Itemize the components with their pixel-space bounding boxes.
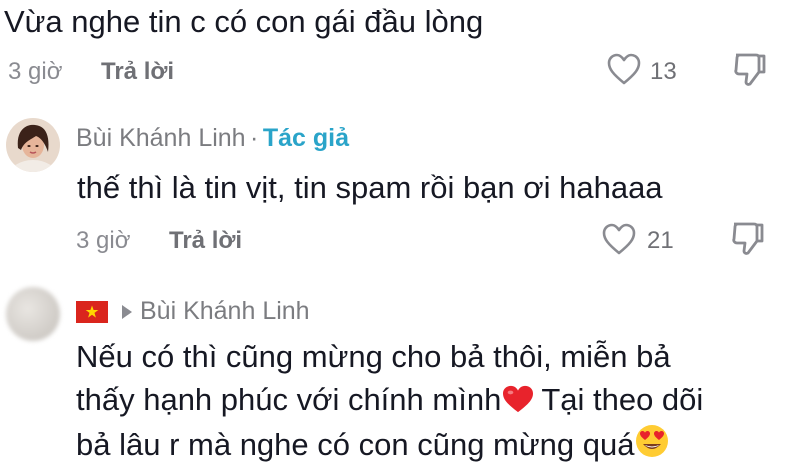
heart-eyes-emoji	[634, 423, 670, 459]
heart-outline-icon	[607, 53, 641, 85]
comment-1-dislike-button[interactable]	[732, 50, 768, 88]
comment-2-text: thế thì là tin vịt, tin spam rồi bạn ơi …	[77, 170, 663, 205]
comment-2-header: Bùi Khánh Linh · Tác giả	[76, 124, 349, 153]
vietnam-flag-icon	[76, 300, 108, 323]
comment-2-reply-button[interactable]: Trả lời	[169, 227, 242, 255]
comment-2-dislike-button[interactable]	[730, 219, 766, 257]
comment-3-line-4: bả lâu r mà nghe có con cũng mừng quá	[76, 423, 670, 465]
author-avatar[interactable]	[6, 118, 60, 172]
comment-1-reply-button[interactable]: Trả lời	[101, 58, 174, 86]
author-badge: Tác giả	[262, 124, 349, 152]
reply-to-name[interactable]: Bùi Khánh Linh	[140, 297, 310, 326]
comment-2-like-count: 21	[647, 227, 674, 254]
comment-3-line-2: thấy hạnh phúc với chính mình Tại theo dõ…	[76, 380, 703, 420]
comment-3-line-3-text: Tại theo dõi	[541, 382, 704, 417]
commenter-avatar[interactable]	[6, 287, 60, 341]
comment-3-line-2-text: thấy hạnh phúc với chính mình	[76, 382, 502, 417]
comment-3-line-4-text: bả lâu r mà nghe có con cũng mừng quá	[76, 427, 635, 462]
comment-1-like-count: 13	[650, 58, 677, 85]
comment-1-text: Vừa nghe tin c có con gái đầu lòng	[4, 4, 484, 39]
comment-1-like-button[interactable]	[606, 52, 642, 86]
thumbs-down-icon	[734, 53, 766, 86]
heart-outline-icon	[602, 223, 636, 255]
comment-2-time: 3 giờ	[76, 227, 131, 254]
comment-3-line-1: Nếu có thì cũng mừng cho bả thôi, miễn b…	[76, 339, 671, 374]
thumbs-down-icon	[732, 222, 764, 255]
comment-1-time: 3 giờ	[8, 58, 63, 85]
comment-2-author-name[interactable]: Bùi Khánh Linh	[76, 124, 246, 152]
comment-2-like-button[interactable]	[601, 222, 637, 256]
caret-right-icon	[122, 304, 132, 319]
red-heart-emoji	[501, 384, 535, 414]
comment-3-header: Bùi Khánh Linh	[76, 297, 310, 326]
author-separator: ·	[250, 124, 259, 152]
